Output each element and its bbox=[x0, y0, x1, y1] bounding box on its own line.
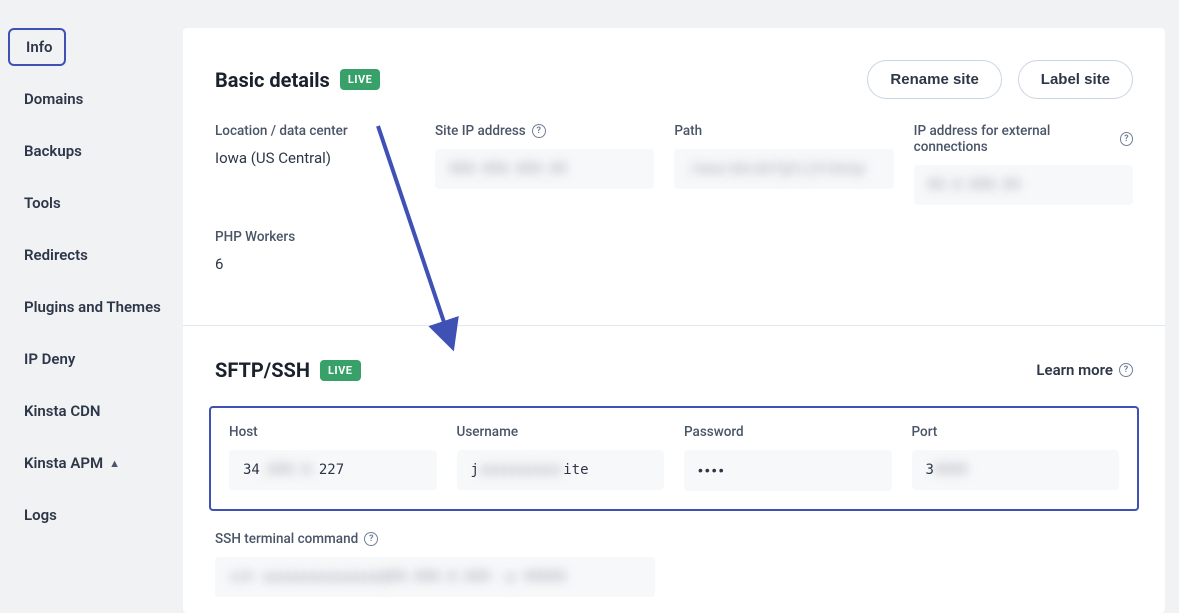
field-password: Password •••• bbox=[684, 424, 892, 491]
sidebar: Info Domains Backups Tools Redirects Plu… bbox=[0, 0, 183, 613]
sidebar-item-kinsta-apm[interactable]: Kinsta APM ▲ bbox=[0, 444, 138, 482]
field-host: Host 34.000.0.227 bbox=[229, 424, 437, 491]
learn-more-label: Learn more bbox=[1036, 361, 1113, 379]
path-value[interactable]: /www/abcdefghijklmnop bbox=[674, 149, 893, 189]
path-label: Path bbox=[674, 123, 893, 139]
sidebar-item-backups[interactable]: Backups bbox=[0, 132, 183, 170]
help-icon[interactable]: ? bbox=[1120, 132, 1133, 146]
triangle-up-icon: ▲ bbox=[109, 457, 120, 470]
sidebar-item-domains[interactable]: Domains bbox=[0, 80, 183, 118]
sidebar-item-label: Kinsta APM bbox=[24, 454, 103, 472]
sftp-ssh-title: SFTP/SSH bbox=[215, 358, 310, 382]
password-label: Password bbox=[684, 424, 892, 440]
sidebar-item-logs[interactable]: Logs bbox=[0, 496, 183, 534]
sidebar-item-kinsta-cdn[interactable]: Kinsta CDN bbox=[0, 392, 183, 430]
help-icon: ? bbox=[1119, 363, 1133, 377]
rename-site-button[interactable]: Rename site bbox=[867, 60, 1001, 99]
main-panel: Basic details LIVE Rename site Label sit… bbox=[183, 28, 1165, 613]
sftp-credentials-box: Host 34.000.0.227 Username jaaaaaaaaasit… bbox=[209, 406, 1139, 511]
port-label: Port bbox=[912, 424, 1120, 440]
ext-ip-value[interactable]: 00.0.000.00 bbox=[914, 165, 1133, 205]
field-port: Port 30000 bbox=[912, 424, 1120, 491]
field-site-ip: Site IP address ? 000.000.000.00 bbox=[435, 123, 654, 205]
password-value[interactable]: •••• bbox=[684, 450, 892, 491]
basic-details-title: Basic details bbox=[215, 68, 330, 92]
username-label: Username bbox=[457, 424, 665, 440]
learn-more-link[interactable]: Learn more ? bbox=[1036, 361, 1133, 379]
field-ext-ip: IP address for external connections ? 00… bbox=[914, 123, 1133, 205]
port-value[interactable]: 30000 bbox=[912, 450, 1120, 490]
field-path: Path /www/abcdefghijklmnop bbox=[674, 123, 893, 205]
section-sftp-ssh: SFTP/SSH LIVE Learn more ? Host 34.000.0… bbox=[183, 325, 1165, 613]
sidebar-item-info[interactable]: Info bbox=[8, 28, 66, 66]
sidebar-item-redirects[interactable]: Redirects bbox=[0, 236, 183, 274]
help-icon[interactable]: ? bbox=[364, 532, 378, 546]
ext-ip-label: IP address for external connections bbox=[914, 123, 1114, 155]
php-workers-value: 6 bbox=[215, 255, 415, 273]
sidebar-item-ip-deny[interactable]: IP Deny bbox=[0, 340, 183, 378]
field-php-workers: PHP Workers 6 bbox=[215, 229, 415, 273]
section-basic-details: Basic details LIVE Rename site Label sit… bbox=[183, 28, 1165, 325]
field-location: Location / data center Iowa (US Central) bbox=[215, 123, 415, 205]
php-workers-label: PHP Workers bbox=[215, 229, 415, 245]
sidebar-item-plugins-themes[interactable]: Plugins and Themes bbox=[0, 288, 183, 326]
host-value[interactable]: 34.000.0.227 bbox=[229, 450, 437, 490]
host-label: Host bbox=[229, 424, 437, 440]
field-username: Username jaaaaaaaaasite bbox=[457, 424, 665, 491]
site-ip-value[interactable]: 000.000.000.00 bbox=[435, 149, 654, 189]
location-label: Location / data center bbox=[215, 123, 415, 139]
sidebar-item-tools[interactable]: Tools bbox=[0, 184, 183, 222]
live-badge: LIVE bbox=[320, 360, 361, 381]
ssh-cmd-value[interactable]: ssh aaaaaaaaaaaaaa@00.000.0.000 -p 00000 bbox=[215, 557, 655, 597]
site-ip-label: Site IP address bbox=[435, 123, 526, 139]
label-site-button[interactable]: Label site bbox=[1018, 60, 1133, 99]
field-ssh-command: SSH terminal command ? ssh aaaaaaaaaaaaa… bbox=[215, 531, 1133, 597]
live-badge: LIVE bbox=[340, 69, 381, 90]
username-value[interactable]: jaaaaaaaaasite bbox=[457, 450, 665, 490]
ssh-cmd-label: SSH terminal command bbox=[215, 531, 358, 547]
location-value: Iowa (US Central) bbox=[215, 149, 415, 167]
help-icon[interactable]: ? bbox=[532, 124, 546, 138]
